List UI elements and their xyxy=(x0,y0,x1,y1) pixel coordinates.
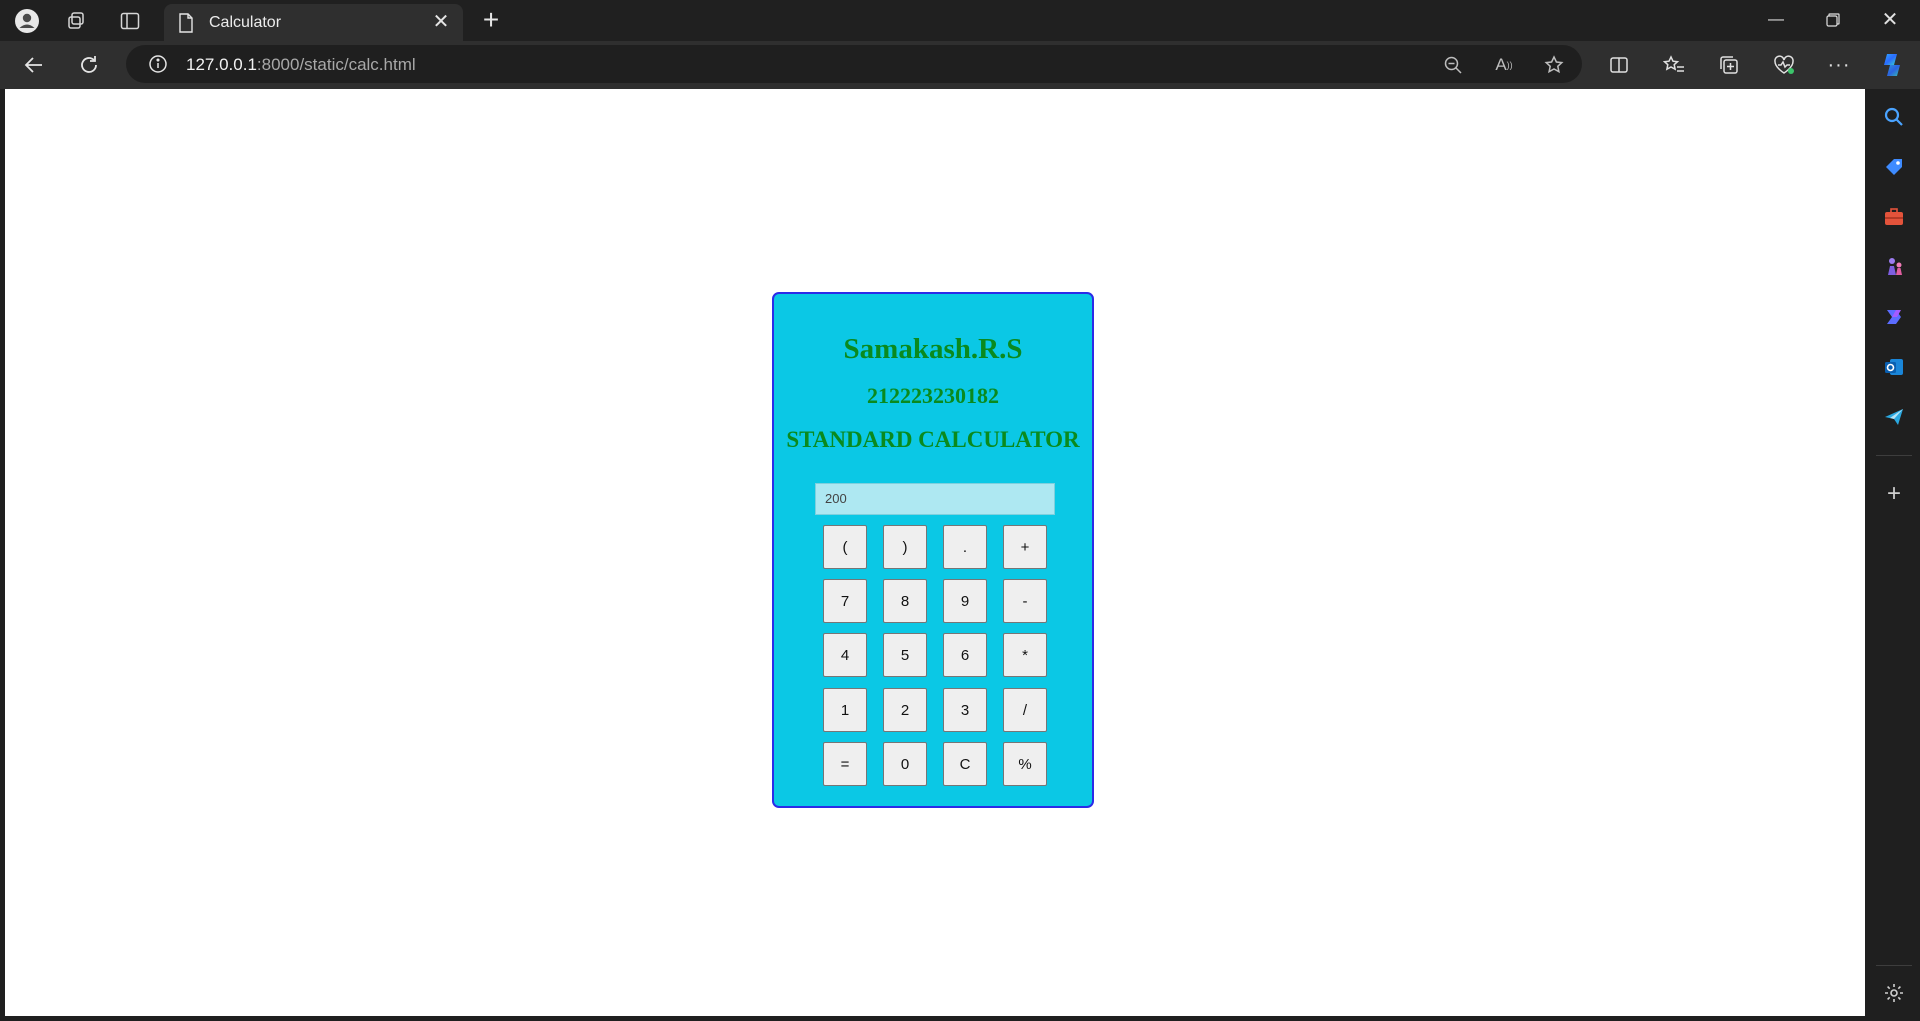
copilot-icon[interactable] xyxy=(1876,49,1908,81)
close-tab-icon[interactable]: ✕ xyxy=(429,10,453,34)
read-aloud-icon[interactable]: A)) xyxy=(1493,54,1515,76)
key-divide[interactable]: / xyxy=(1003,688,1047,732)
copilot-app-icon[interactable] xyxy=(1880,303,1908,331)
outlook-icon[interactable] xyxy=(1880,353,1908,381)
address-bar[interactable]: 127.0.0.1:8000/static/calc.html A)) xyxy=(126,45,1582,83)
key-3[interactable]: 3 xyxy=(943,688,987,732)
favorites-icon[interactable] xyxy=(1658,49,1690,81)
send-telegram-icon[interactable] xyxy=(1880,403,1908,431)
back-icon[interactable] xyxy=(18,49,50,81)
sidebar-divider-bottom xyxy=(1876,965,1912,966)
new-tab-icon[interactable]: + xyxy=(477,6,505,35)
tab-calculator[interactable]: Calculator ✕ xyxy=(164,4,463,41)
browser-toolbar: 127.0.0.1:8000/static/calc.html A)) ··· xyxy=(0,41,1920,89)
sidebar-settings-icon[interactable] xyxy=(1880,979,1908,1007)
profile-icon[interactable] xyxy=(14,8,40,34)
url-text: 127.0.0.1:8000/static/calc.html xyxy=(186,55,416,75)
key-multiply[interactable]: * xyxy=(1003,633,1047,677)
key-7[interactable]: 7 xyxy=(823,579,867,623)
key-8[interactable]: 8 xyxy=(883,579,927,623)
favorite-star-icon[interactable] xyxy=(1543,54,1565,76)
calculator-card: Samakash.R.S 212223230182 STANDARD CALCU… xyxy=(772,292,1094,808)
calculator-display[interactable]: 200 xyxy=(815,483,1055,515)
sidebar-divider xyxy=(1876,455,1912,456)
edge-sidebar: + xyxy=(1868,89,1920,1021)
url-path: :8000/static/calc.html xyxy=(256,55,416,74)
tools-briefcase-icon[interactable] xyxy=(1880,203,1908,231)
key-percent[interactable]: % xyxy=(1003,742,1047,786)
browser-title-bar: Calculator ✕ + — ✕ xyxy=(0,0,1920,41)
page-icon xyxy=(178,13,194,38)
key-open-paren[interactable]: ( xyxy=(823,525,867,569)
minimize-icon[interactable]: — xyxy=(1753,4,1799,36)
split-screen-icon[interactable] xyxy=(1603,49,1635,81)
more-options-icon[interactable]: ··· xyxy=(1823,49,1855,81)
student-name: Samakash.R.S xyxy=(843,333,1023,365)
key-1[interactable]: 1 xyxy=(823,688,867,732)
vertical-tabs-icon[interactable] xyxy=(117,8,143,34)
add-sidebar-app-icon[interactable]: + xyxy=(1880,480,1908,508)
key-9[interactable]: 9 xyxy=(943,579,987,623)
key-0[interactable]: 0 xyxy=(883,742,927,786)
key-5[interactable]: 5 xyxy=(883,633,927,677)
key-minus[interactable]: - xyxy=(1003,579,1047,623)
key-decimal[interactable]: . xyxy=(943,525,987,569)
refresh-icon[interactable] xyxy=(73,49,105,81)
search-icon[interactable] xyxy=(1880,103,1908,131)
key-6[interactable]: 6 xyxy=(943,633,987,677)
close-window-icon[interactable]: ✕ xyxy=(1867,4,1913,36)
key-4[interactable]: 4 xyxy=(823,633,867,677)
calculator-title: STANDARD CALCULATOR xyxy=(786,427,1080,452)
tab-title: Calculator xyxy=(209,14,282,31)
page-viewport: Samakash.R.S 212223230182 STANDARD CALCU… xyxy=(5,89,1865,1016)
zoom-out-icon[interactable] xyxy=(1442,54,1464,76)
key-clear[interactable]: C xyxy=(943,742,987,786)
shopping-tag-icon[interactable] xyxy=(1880,153,1908,181)
games-chess-icon[interactable] xyxy=(1880,253,1908,281)
key-close-paren[interactable]: ) xyxy=(883,525,927,569)
site-info-icon[interactable] xyxy=(148,54,168,79)
key-equals[interactable]: = xyxy=(823,742,867,786)
workspaces-icon[interactable] xyxy=(63,8,89,34)
restore-icon[interactable] xyxy=(1810,4,1856,36)
url-host: 127.0.0.1 xyxy=(186,55,257,74)
browser-essentials-icon[interactable] xyxy=(1768,49,1800,81)
collections-icon[interactable] xyxy=(1713,49,1745,81)
key-2[interactable]: 2 xyxy=(883,688,927,732)
register-number: 212223230182 xyxy=(867,383,999,408)
key-plus[interactable]: + xyxy=(1003,525,1047,569)
